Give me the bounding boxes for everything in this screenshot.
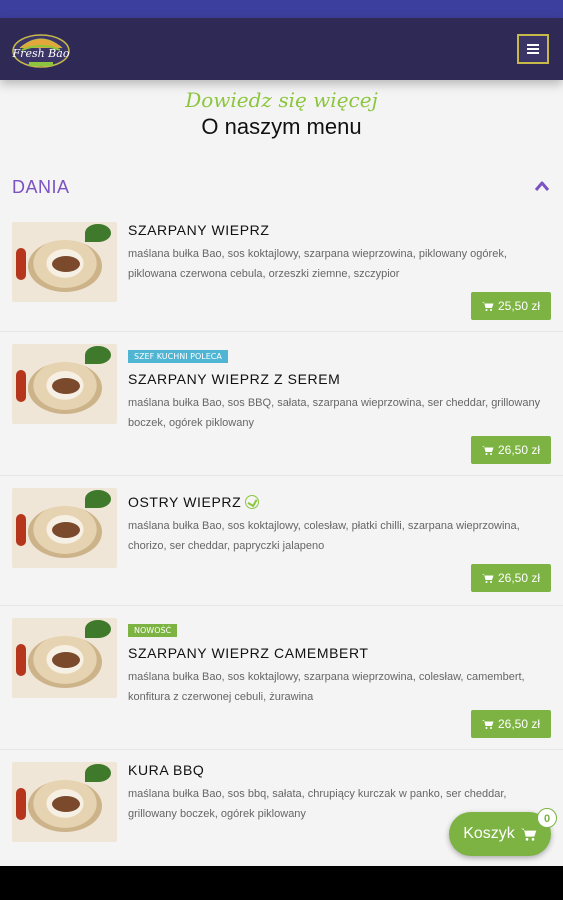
cart-count-badge: 0 <box>537 808 557 828</box>
dish-name: OSTRY WIEPRZ <box>128 494 551 510</box>
menu-item[interactable]: SZARPANY WIEPRZ maślana bułka Bao, sos k… <box>0 212 563 332</box>
app-header: Fresh Bao <box>0 18 563 80</box>
dish-name: KURA BBQ <box>128 762 205 778</box>
menu-item[interactable]: OSTRY WIEPRZ maślana bułka Bao, sos kokt… <box>0 476 563 606</box>
hamburger-icon <box>527 44 539 54</box>
new-badge: NOWOŚĆ <box>128 624 178 637</box>
dish-price: 26,50 zł <box>497 717 541 731</box>
menu-button[interactable] <box>517 34 549 64</box>
dish-name: SZARPANY WIEPRZ Z SEREM <box>128 371 341 387</box>
menu-item[interactable]: NOWOŚĆ SZARPANY WIEPRZ CAMEMBERT maślana… <box>0 606 563 750</box>
dish-price: 26,50 zł <box>497 443 541 457</box>
cart-label: Koszyk <box>463 825 515 842</box>
dish-name-text: OSTRY WIEPRZ <box>128 494 242 510</box>
dish-image <box>12 488 117 568</box>
section-label: DANIA <box>12 177 70 197</box>
cart-icon <box>481 446 494 455</box>
dish-description: maślana bułka Bao, sos koktajlowy, szarp… <box>128 671 525 703</box>
cart-icon <box>520 828 537 841</box>
dish-name: SZARPANY WIEPRZ <box>128 222 270 238</box>
dish-description: maślana bułka Bao, sos BBQ, sałata, szar… <box>128 397 541 429</box>
chef-recommends-badge: SZEF KUCHNI POLECA <box>128 350 228 363</box>
status-bar <box>0 0 563 18</box>
dish-price: 26,50 zł <box>497 571 541 585</box>
logo[interactable]: Fresh Bao <box>10 26 72 72</box>
dish-image <box>12 222 117 302</box>
hero-title: O naszym menu <box>201 114 362 139</box>
menu-item[interactable]: SZEF KUCHNI POLECA SZARPANY WIEPRZ Z SER… <box>0 332 563 476</box>
add-to-cart-button[interactable]: 26,50 zł <box>471 564 551 592</box>
cart-button[interactable]: Koszyk 0 <box>449 808 557 856</box>
svg-text:Fresh Bao: Fresh Bao <box>12 47 70 60</box>
cart-icon <box>481 720 494 729</box>
section-dania-header[interactable]: DANIA <box>12 172 552 202</box>
chevron-up-icon[interactable] <box>534 180 550 192</box>
add-to-cart-button[interactable]: 25,50 zł <box>471 292 551 320</box>
hero-subtitle: Dowiedz się więcej <box>185 88 378 112</box>
cart-icon <box>481 574 494 583</box>
add-to-cart-button[interactable]: 26,50 zł <box>471 710 551 738</box>
dish-image <box>12 762 117 842</box>
dish-description: maślana bułka Bao, sos koktajlowy, szarp… <box>128 248 507 280</box>
menu-items-list: SZARPANY WIEPRZ maślana bułka Bao, sos k… <box>0 212 563 870</box>
dish-image <box>12 618 117 698</box>
cart-icon <box>481 302 494 311</box>
dish-description: maślana bułka Bao, sos koktajlowy, coles… <box>128 520 520 552</box>
eco-leaf-icon <box>245 495 260 509</box>
dish-price: 25,50 zł <box>497 299 541 313</box>
hero: Dowiedz się więcej O naszym menu <box>0 84 563 140</box>
dish-image <box>12 344 117 424</box>
add-to-cart-button[interactable]: 26,50 zł <box>471 436 551 464</box>
system-nav-bar <box>0 866 563 900</box>
dish-name: SZARPANY WIEPRZ CAMEMBERT <box>128 645 369 661</box>
